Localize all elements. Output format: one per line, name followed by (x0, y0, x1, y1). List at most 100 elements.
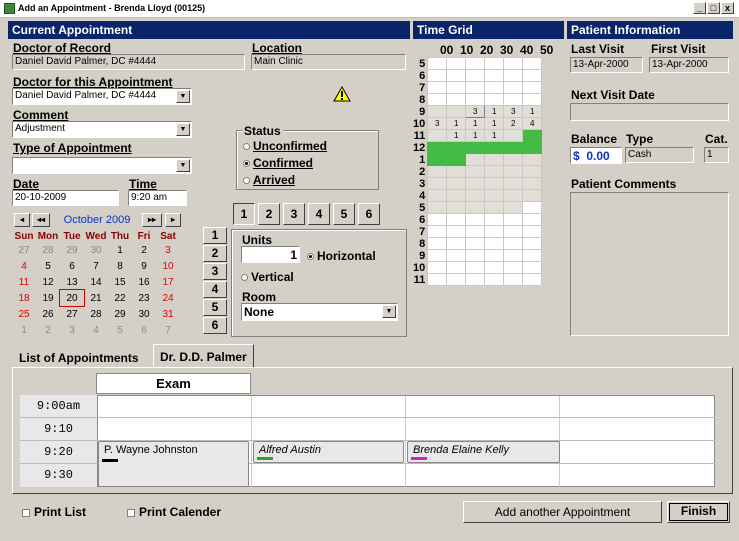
tab-list-of-appointments[interactable]: List of Appointments (13, 347, 163, 368)
slot[interactable] (484, 189, 505, 202)
slot[interactable] (465, 69, 486, 82)
slot-booked[interactable] (522, 141, 543, 154)
slot-selected[interactable]: 3 (465, 105, 486, 118)
calendar-day[interactable]: 18 (12, 290, 36, 306)
slot-booked[interactable] (427, 141, 448, 154)
calendar-day[interactable]: 22 (108, 290, 132, 306)
slot-booked[interactable] (465, 141, 486, 154)
chevron-down-icon[interactable]: ▼ (176, 159, 190, 172)
slot[interactable] (484, 225, 505, 238)
calendar-prev-button[interactable]: ◂ (14, 213, 30, 227)
slot[interactable]: 1 (484, 129, 505, 142)
calendar-day[interactable]: 7 (156, 322, 180, 338)
slot-booked[interactable] (446, 153, 467, 166)
slot[interactable] (465, 213, 486, 226)
slot[interactable] (465, 273, 486, 286)
slot[interactable] (503, 225, 524, 238)
slot[interactable] (446, 273, 467, 286)
type-of-appointment-select[interactable]: ▼ (12, 157, 192, 174)
top-tab-5[interactable]: 5 (333, 203, 355, 225)
slot[interactable]: 1 (446, 117, 467, 130)
slot[interactable] (484, 69, 505, 82)
maximize-button[interactable]: □ (707, 2, 720, 14)
slot[interactable] (484, 177, 505, 190)
slot[interactable] (503, 69, 524, 82)
calendar-day[interactable]: 2 (132, 242, 156, 258)
side-tab-3[interactable]: 3 (203, 263, 227, 280)
calendar-day[interactable]: 30 (132, 306, 156, 322)
slot[interactable] (446, 213, 467, 226)
calendar-day[interactable]: 5 (36, 258, 60, 274)
slot[interactable] (503, 237, 524, 250)
slot[interactable] (427, 201, 448, 214)
appointment-brenda-kelly[interactable]: Brenda Elaine Kelly (407, 441, 560, 463)
calendar-day[interactable]: 14 (84, 274, 108, 290)
slot[interactable] (446, 189, 467, 202)
add-another-appointment-button[interactable]: Add another Appointment (463, 501, 662, 523)
slot[interactable]: 4 (522, 117, 543, 130)
calendar-day[interactable]: 13 (60, 274, 84, 290)
room-select[interactable]: None ▼ (241, 303, 398, 321)
calendar-day[interactable]: 5 (108, 322, 132, 338)
slot[interactable] (484, 165, 505, 178)
slot[interactable] (503, 165, 524, 178)
slot[interactable] (446, 81, 467, 94)
slot[interactable] (446, 225, 467, 238)
slot[interactable] (465, 93, 486, 106)
slot[interactable] (522, 237, 543, 250)
slot[interactable]: 3 (427, 117, 448, 130)
slot[interactable] (427, 261, 448, 274)
slot[interactable] (503, 57, 524, 70)
slot[interactable] (503, 273, 524, 286)
slot[interactable] (522, 273, 543, 286)
calendar-day[interactable]: 29 (60, 242, 84, 258)
slot[interactable] (484, 57, 505, 70)
slot[interactable] (427, 69, 448, 82)
doctor-appointment-select[interactable]: Daniel David Palmer, DC #4444 ▼ (12, 88, 192, 105)
tab-dr-palmer[interactable]: Dr. D.D. Palmer (153, 344, 254, 368)
slot[interactable] (522, 213, 543, 226)
calendar-day[interactable]: 29 (108, 306, 132, 322)
slot[interactable] (427, 93, 448, 106)
calendar-day[interactable]: 3 (60, 322, 84, 338)
slot[interactable] (522, 57, 543, 70)
calendar-day[interactable]: 28 (36, 242, 60, 258)
side-tab-1[interactable]: 1 (203, 227, 227, 244)
top-tab-4[interactable]: 4 (308, 203, 330, 225)
close-button[interactable]: x (721, 2, 734, 14)
slot[interactable]: 1 (446, 129, 467, 142)
slot[interactable] (446, 57, 467, 70)
slot[interactable] (446, 237, 467, 250)
slot-booked[interactable] (503, 141, 524, 154)
side-tab-5[interactable]: 5 (203, 299, 227, 316)
time-input[interactable]: 9:20 am (128, 190, 187, 206)
top-tab-6[interactable]: 6 (358, 203, 380, 225)
slot[interactable] (522, 249, 543, 262)
calendar-day[interactable]: 28 (84, 306, 108, 322)
calendar-day[interactable]: 25 (12, 306, 36, 322)
slot[interactable]: 2 (503, 117, 524, 130)
slot[interactable] (427, 249, 448, 262)
slot[interactable] (522, 165, 543, 178)
slot[interactable] (446, 249, 467, 262)
slot[interactable] (465, 177, 486, 190)
calendar-day[interactable]: 15 (108, 274, 132, 290)
slot[interactable] (484, 237, 505, 250)
slot[interactable] (446, 177, 467, 190)
finish-button[interactable]: Finish (667, 501, 730, 523)
slot[interactable] (503, 249, 524, 262)
calendar-day[interactable]: 19 (36, 290, 60, 306)
slot[interactable] (427, 165, 448, 178)
slot[interactable] (522, 81, 543, 94)
print-list-checkbox[interactable]: Print List (22, 505, 86, 519)
slot[interactable] (484, 201, 505, 214)
status-unconfirmed-radio[interactable]: Unconfirmed (243, 139, 327, 153)
calendar-day[interactable]: 9 (132, 258, 156, 274)
calendar-day[interactable]: 21 (84, 290, 108, 306)
slot-booked[interactable] (446, 141, 467, 154)
calendar-day[interactable]: 3 (156, 242, 180, 258)
top-tab-1[interactable]: 1 (233, 203, 255, 225)
slot[interactable] (427, 129, 448, 142)
slot[interactable] (446, 261, 467, 274)
slot-booked[interactable] (522, 129, 543, 142)
